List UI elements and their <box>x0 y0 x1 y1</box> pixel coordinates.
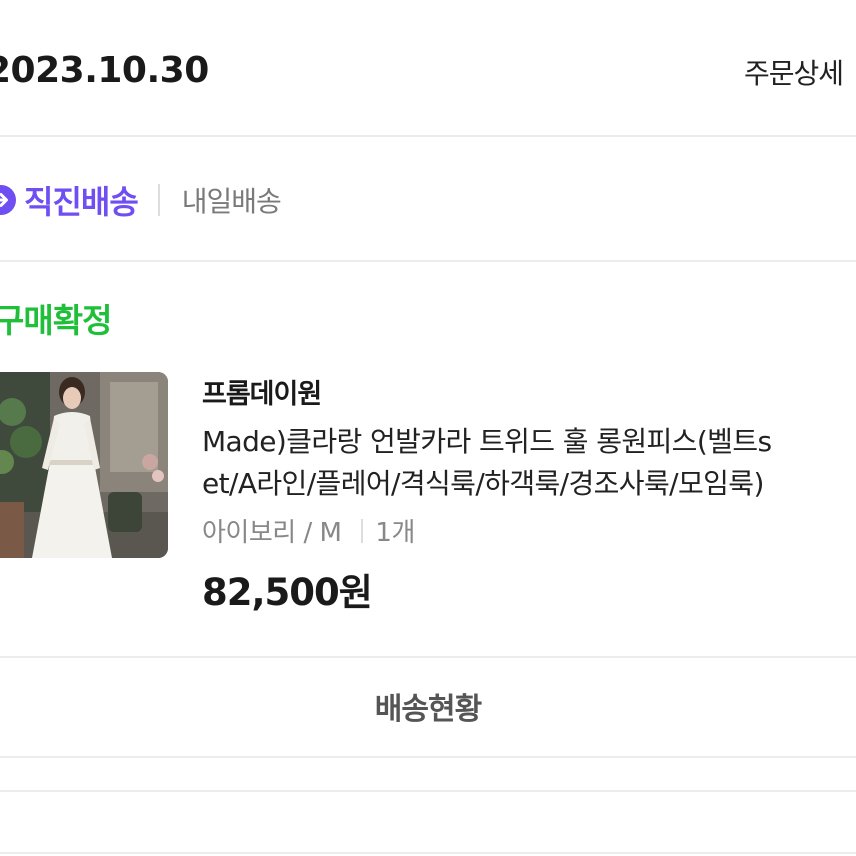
vertical-separator <box>361 518 364 543</box>
product-quantity: 1개 <box>375 518 415 548</box>
order-status-label: 구매확정 <box>0 301 112 340</box>
order-date: 2023.10.30 <box>0 50 209 91</box>
delivery-primary-label: 직진배송 <box>24 183 139 221</box>
arrow-right-icon <box>0 185 16 215</box>
divider <box>0 260 856 262</box>
seller-name[interactable]: 프롬데이원 <box>202 372 322 411</box>
vertical-separator <box>157 184 160 216</box>
divider <box>0 756 856 758</box>
product-price: 82,500원 <box>202 571 373 614</box>
divider <box>0 790 856 792</box>
product-option-row: 아이보리 / M 1개 <box>202 512 415 549</box>
product-image[interactable] <box>0 372 168 558</box>
delivery-type-row: 직진배송 내일배송 <box>0 176 282 224</box>
product-name-line-1[interactable]: Made)클라랑 언발카라 트위드 훌 롱원피스(벨트s <box>202 420 772 460</box>
product-option: 아이보리 / M <box>202 518 342 548</box>
delivery-tracking-button[interactable]: 배송현황 <box>0 658 856 754</box>
delivery-secondary-label: 내일배송 <box>181 185 282 218</box>
product-name-line-2[interactable]: et/A라인/플레어/격식룩/하객룩/경조사룩/모임룩) <box>202 462 764 502</box>
divider <box>0 852 856 854</box>
order-detail-link[interactable]: 주문상세 <box>744 52 844 92</box>
divider <box>0 135 856 137</box>
order-card: 2023.10.30 주문상세 직진배송 내일배송 구매확정 프롬데이원 Mad… <box>0 0 856 856</box>
